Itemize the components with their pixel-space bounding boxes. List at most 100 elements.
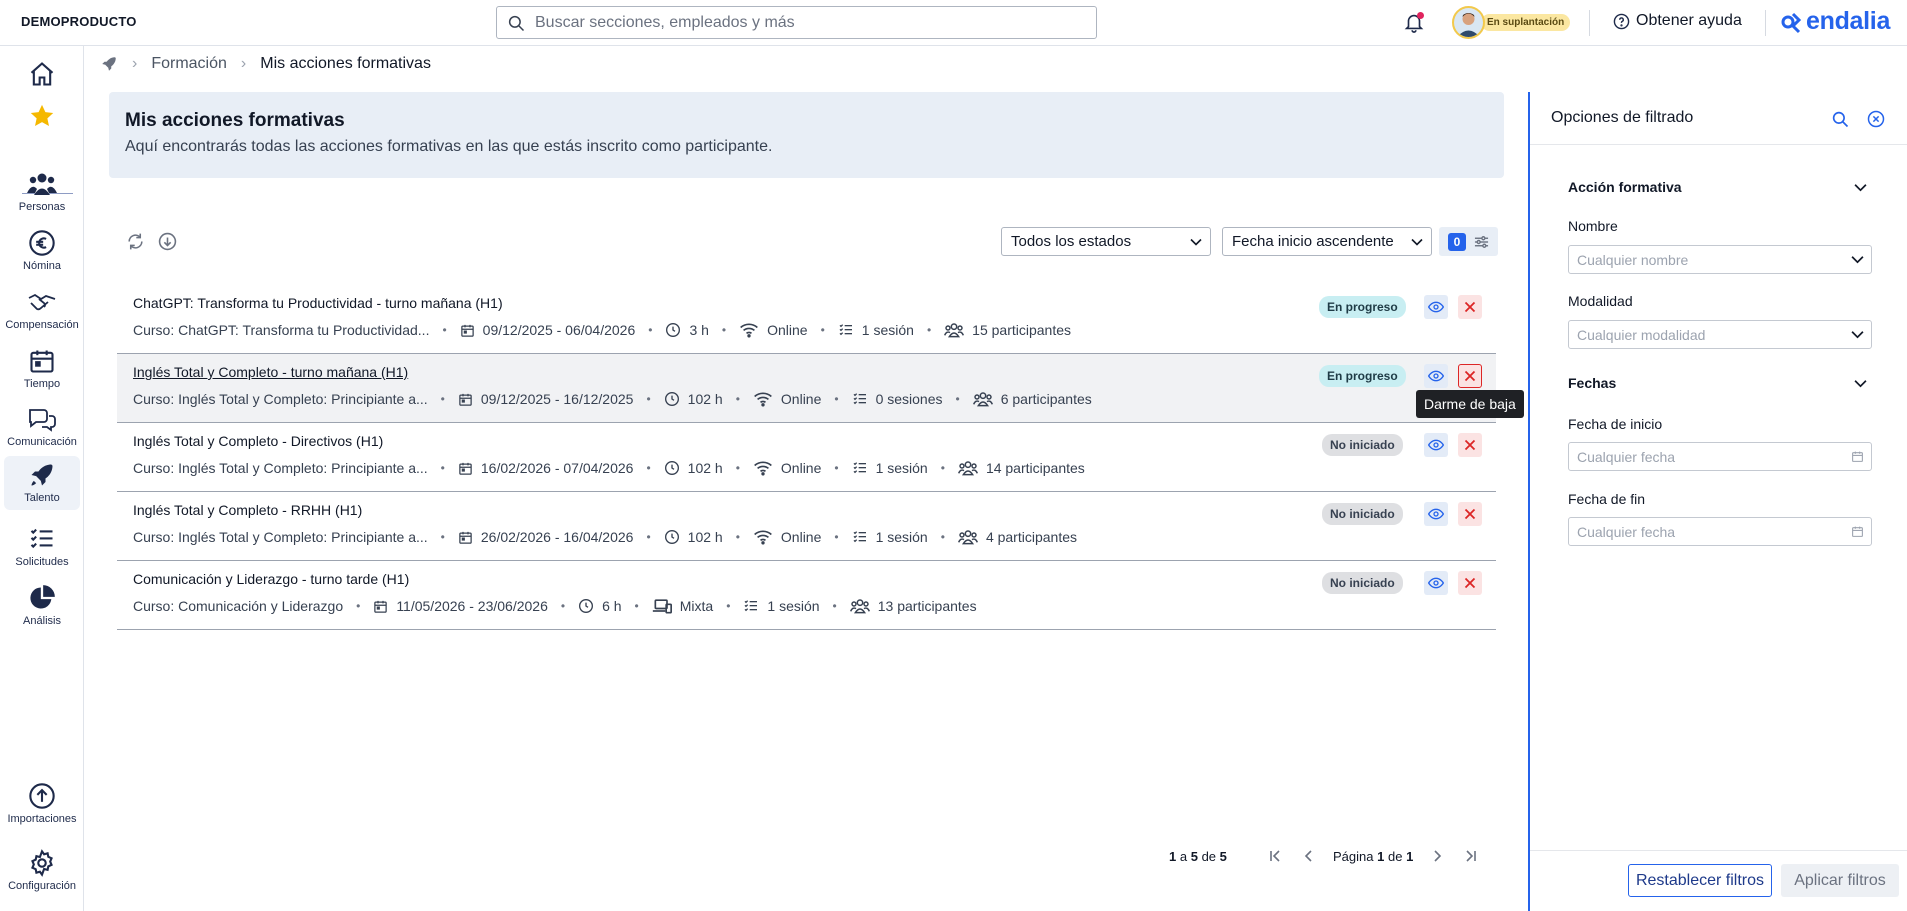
search-icon[interactable] — [1831, 110, 1849, 128]
mode-filter-label: Modalidad — [1568, 293, 1633, 309]
next-page-icon[interactable] — [1430, 849, 1444, 863]
page-indicator: Página 1 de 1 — [1333, 849, 1413, 864]
dates: 26/02/2026 - 16/04/2026 — [458, 529, 633, 545]
action-title[interactable]: Inglés Total y Completo - turno mañana (… — [133, 364, 408, 380]
euro-icon — [28, 229, 56, 257]
training-action-row[interactable]: ChatGPT: Transforma tu Productividad - t… — [117, 285, 1496, 354]
first-page-icon[interactable] — [1268, 849, 1282, 863]
eye-icon — [1428, 575, 1444, 591]
course-name: Curso: Inglés Total y Completo: Principi… — [133, 529, 428, 545]
sidebar-label: Personas — [18, 201, 66, 213]
chevron-down-icon — [1190, 236, 1202, 248]
view-button[interactable] — [1424, 433, 1448, 457]
star-icon — [28, 102, 56, 130]
sidebar-item-analisis[interactable]: Análisis — [0, 584, 84, 627]
mode-filter-select[interactable]: Cualquier modalidad — [1568, 320, 1872, 349]
unsubscribe-button[interactable] — [1458, 433, 1482, 457]
sidebar-item-configuracion[interactable]: Configuración — [0, 849, 84, 892]
view-button[interactable] — [1424, 502, 1448, 526]
rocket-icon[interactable] — [100, 55, 118, 73]
name-filter-select[interactable]: Cualquier nombre — [1568, 245, 1872, 274]
end-date-input[interactable]: Cualquier fecha — [1568, 517, 1872, 546]
sidebar-item-favorites[interactable] — [0, 102, 84, 130]
separator-dot: • — [440, 461, 445, 475]
download-icon[interactable] — [158, 232, 177, 251]
separator-dot: • — [834, 530, 839, 544]
section-fechas[interactable]: Fechas — [1568, 375, 1616, 391]
close-panel-icon[interactable] — [1867, 110, 1885, 128]
status-filter-select[interactable]: Todos los estados — [1001, 227, 1211, 256]
chevron-up-icon[interactable] — [1854, 181, 1867, 194]
action-title[interactable]: Comunicación y Liderazgo - turno tarde (… — [133, 571, 409, 587]
unsubscribe-button[interactable] — [1458, 571, 1482, 595]
training-action-row[interactable]: Inglés Total y Completo - RRHH (H1) Curso… — [117, 492, 1496, 561]
sidebar-item-nomina[interactable]: Nómina — [0, 229, 84, 272]
hours-value: 102 h — [687, 391, 723, 407]
sidebar-item-talento[interactable]: Talento — [4, 456, 80, 510]
apply-filters-button[interactable]: Aplicar filtros — [1781, 864, 1899, 897]
breadcrumb-section[interactable]: Formación — [151, 55, 227, 73]
logo-mark-icon — [1781, 10, 1803, 34]
status-badge: No iniciado — [1322, 434, 1403, 456]
sessions: 1 sesión — [743, 598, 820, 614]
sidebar-item-personas[interactable]: Personas — [0, 170, 84, 213]
help-link[interactable]: Obtener ayuda — [1613, 12, 1742, 30]
reset-filters-button[interactable]: Restablecer filtros — [1628, 864, 1772, 897]
chevron-up-icon[interactable] — [1854, 377, 1867, 390]
view-button[interactable] — [1424, 571, 1448, 595]
people-icon — [957, 529, 978, 545]
separator-dot: • — [820, 323, 825, 337]
view-button[interactable] — [1424, 295, 1448, 319]
breadcrumb: › Formación › Mis acciones formativas — [100, 55, 431, 73]
page-title: Mis acciones formativas — [125, 110, 345, 131]
pagination-word: a — [1179, 849, 1188, 864]
endalia-logo[interactable]: endalia — [1781, 7, 1890, 36]
calendar-icon[interactable] — [1851, 450, 1864, 463]
sidebar-item-compensacion[interactable]: Compensación — [0, 288, 84, 331]
brand-name[interactable]: DEMOPRODUCTO — [21, 14, 137, 29]
separator-dot: • — [834, 392, 839, 406]
divider — [1530, 850, 1907, 851]
sidebar-item-importaciones[interactable]: Importaciones — [0, 782, 84, 825]
separator-dot: • — [442, 323, 447, 337]
action-title[interactable]: ChatGPT: Transforma tu Productividad - t… — [133, 295, 503, 311]
sessions: 1 sesión — [852, 529, 928, 545]
section-accion-formativa[interactable]: Acción formativa — [1568, 179, 1682, 195]
action-meta: Curso: Comunicación y Liderazgo • 11/05/20… — [133, 598, 977, 614]
sidebar-label: Tiempo — [23, 378, 61, 390]
user-menu[interactable]: En suplantación — [1452, 6, 1571, 39]
toggle-filters-button[interactable]: 0 — [1439, 227, 1498, 256]
sidebar-item-comunicacion[interactable]: Comunicación — [0, 405, 84, 448]
action-title[interactable]: Inglés Total y Completo - Directivos (H1… — [133, 433, 383, 449]
start-date-input[interactable]: Cualquier fecha — [1568, 442, 1872, 471]
training-action-row[interactable]: Comunicación y Liderazgo - turno tarde (… — [117, 561, 1496, 630]
action-meta: Curso: Inglés Total y Completo: Principi… — [133, 391, 1092, 407]
eye-icon — [1428, 299, 1444, 315]
refresh-icon[interactable] — [126, 232, 145, 251]
unsubscribe-button[interactable] — [1458, 502, 1482, 526]
wifi-icon — [753, 460, 773, 476]
last-page-icon[interactable] — [1464, 849, 1478, 863]
sidebar-item-solicitudes[interactable]: Solicitudes — [0, 525, 84, 568]
prev-page-icon[interactable] — [1302, 849, 1316, 863]
view-button[interactable] — [1424, 364, 1448, 388]
sessions-value: 0 sesiones — [875, 391, 943, 407]
sessions-value: 1 sesión — [861, 322, 914, 338]
sidebar-item-home[interactable] — [0, 60, 84, 88]
dates-value: 11/05/2026 - 23/06/2026 — [396, 598, 548, 614]
search-box[interactable] — [496, 6, 1097, 39]
sidebar-item-tiempo[interactable]: Tiempo — [0, 347, 84, 390]
status-filter-value: Todos los estados — [1011, 233, 1132, 250]
sessions: 0 sesiones — [852, 391, 943, 407]
search-input[interactable] — [535, 13, 1075, 32]
calendar-icon[interactable] — [1851, 525, 1864, 538]
sort-select[interactable]: Fecha inicio ascendente — [1222, 227, 1432, 256]
participants: 13 participantes — [849, 598, 977, 614]
upload-icon — [28, 782, 56, 810]
separator-dot: • — [735, 392, 740, 406]
training-action-row[interactable]: Inglés Total y Completo - Directivos (H1… — [117, 423, 1496, 492]
unsubscribe-button[interactable] — [1458, 364, 1482, 388]
action-title[interactable]: Inglés Total y Completo - RRHH (H1) — [133, 502, 362, 518]
training-action-row[interactable]: Inglés Total y Completo - turno mañana (… — [117, 354, 1496, 423]
unsubscribe-button[interactable] — [1458, 295, 1482, 319]
